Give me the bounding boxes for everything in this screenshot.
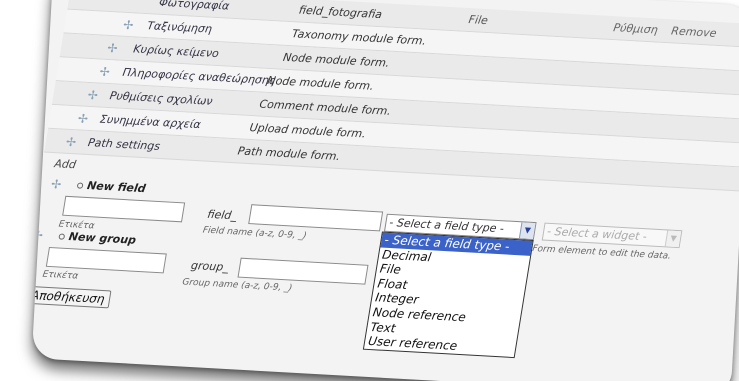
new-field-label-input[interactable]: [62, 195, 186, 223]
cross-drag-icon[interactable]: ✢: [87, 88, 99, 102]
configure-link[interactable]: Ρύθμιση: [612, 21, 658, 36]
new-group-title: New group: [58, 230, 137, 247]
new-field-title: New field: [76, 178, 147, 196]
field-type-dropdown-list: - Select a field type - Decimal File Flo…: [362, 231, 534, 358]
new-field-title-text: New field: [86, 179, 147, 196]
cross-drag-icon[interactable]: ✢: [122, 18, 134, 32]
field-type: Node module form.: [282, 50, 391, 70]
remove-link[interactable]: Remove: [670, 24, 717, 39]
cross-drag-icon[interactable]: ✢: [106, 41, 118, 55]
field-label: Συνημμένα αρχεία: [98, 112, 202, 132]
screenshot-stage: Φωτογραφία field_fotografia File Ρύθμιση…: [0, 0, 739, 381]
field-label: Κυρίως κείμενο: [132, 42, 220, 61]
field-label: Path settings: [87, 136, 162, 153]
new-group-title-text: New group: [67, 230, 138, 247]
save-button[interactable]: Αποθήκευση: [31, 285, 112, 309]
cross-drag-icon[interactable]: ✢: [50, 177, 62, 191]
field-label: Ταξινόμηση: [146, 19, 213, 36]
chevron-down-icon: ▼: [664, 230, 682, 248]
cross-drag-icon[interactable]: ✢: [77, 111, 89, 125]
cross-drag-icon[interactable]: ✢: [32, 228, 44, 242]
cross-drag-icon[interactable]: ✢: [98, 65, 110, 79]
radio-icon: [58, 233, 66, 240]
content-type-fields-panel: Φωτογραφία field_fotografia File Ρύθμιση…: [31, 0, 739, 381]
radio-icon: [76, 182, 84, 189]
cross-drag-icon[interactable]: ✢: [65, 135, 77, 149]
field-type: Taxonomy module form.: [291, 27, 427, 48]
field-name: field_fotografia: [297, 3, 384, 22]
group-prefix: group_: [190, 258, 230, 274]
label-caption: Ετικέτα: [41, 269, 79, 282]
panel-inner: Φωτογραφία field_fotografia File Ρύθμιση…: [31, 0, 739, 381]
widget-help: Form element to edit the data.: [531, 243, 672, 262]
new-field-name-input[interactable]: [248, 204, 384, 232]
field-type: Comment module form.: [258, 97, 392, 118]
new-group-label-input[interactable]: [45, 246, 167, 274]
widget-select[interactable]: - Select a widget - ▼: [541, 222, 683, 249]
new-group-name-input[interactable]: [237, 257, 369, 285]
group-name-help: Group name (a-z, 0-9, _): [181, 277, 293, 294]
field-type: Node module form.: [266, 73, 375, 93]
field-prefix: field_: [206, 207, 238, 223]
field-label: Φωτογραφία: [158, 0, 231, 13]
field-type: File: [467, 13, 489, 28]
chevron-down-icon[interactable]: ▼: [518, 222, 536, 239]
field-label: Πληροφορίες αναθεώρησης: [121, 65, 277, 88]
field-type: Upload module form.: [248, 121, 367, 141]
fields-table: Φωτογραφία field_fotografia File Ρύθμιση…: [44, 0, 739, 192]
field-label: Ρυθμίσεις σχολίων: [108, 89, 214, 108]
field-type: Path module form.: [236, 144, 341, 164]
field-name-help: Field name (a-z, 0-9, _): [201, 225, 308, 242]
widget-select-value: - Select a widget -: [546, 224, 648, 244]
add-heading: Add: [53, 157, 77, 172]
